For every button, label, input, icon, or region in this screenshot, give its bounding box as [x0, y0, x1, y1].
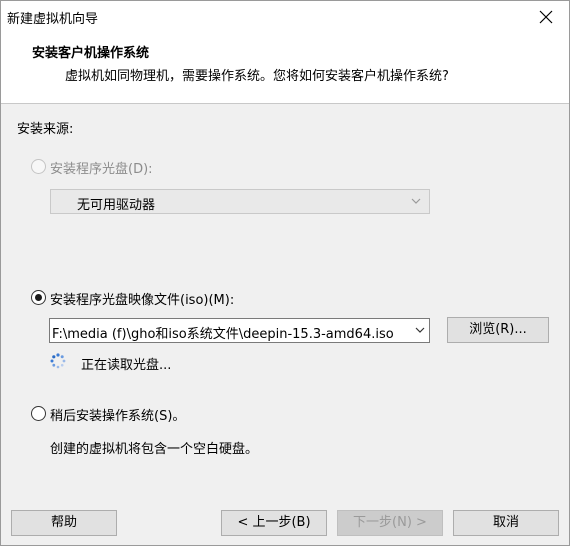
chevron-down-icon: [411, 198, 421, 204]
chevron-down-icon[interactable]: [415, 325, 425, 335]
iso-path-value: F:\media (f)\gho和iso系统文件\deepin-15.3-amd…: [52, 327, 394, 342]
back-button[interactable]: < 上一步(B): [221, 510, 327, 536]
close-button[interactable]: [523, 1, 569, 32]
wizard-header: 安装客户机操作系统 虚拟机如同物理机，需要操作系统。您将如何安装客户机操作系统?: [1, 32, 569, 104]
title-bar: 新建虚拟机向导: [1, 1, 569, 32]
iso-option-label: 安装程序光盘映像文件(iso)(M):: [50, 293, 235, 308]
close-icon: [539, 10, 553, 23]
drive-dropdown[interactable]: 无可用驱动器: [50, 189, 430, 214]
later-option-description: 创建的虚拟机将包含一个空白硬盘。: [50, 442, 259, 457]
page-subtitle: 虚拟机如同物理机，需要操作系统。您将如何安装客户机操作系统?: [65, 69, 449, 84]
iso-option-radio[interactable]: [31, 290, 46, 305]
help-button[interactable]: 帮助: [11, 510, 117, 536]
browse-button[interactable]: 浏览(R)...: [447, 317, 549, 343]
later-option-label: 稍后安装操作系统(S)。: [50, 409, 186, 424]
cancel-button[interactable]: 取消: [453, 510, 559, 536]
reading-disc-status: 正在读取光盘...: [81, 358, 172, 373]
window-title: 新建虚拟机向导: [7, 12, 99, 27]
iso-path-combobox[interactable]: F:\media (f)\gho和iso系统文件\deepin-15.3-amd…: [49, 318, 430, 343]
new-vm-wizard-window: 新建虚拟机向导 安装客户机操作系统 虚拟机如同物理机，需要操作系统。您将如何安装…: [0, 0, 570, 546]
disc-option-label: 安装程序光盘(D):: [50, 162, 153, 177]
page-title: 安装客户机操作系统: [32, 46, 150, 61]
next-button[interactable]: 下一步(N) >: [337, 510, 443, 536]
loading-spinner-icon: [50, 353, 66, 369]
drive-dropdown-value: 无可用驱动器: [77, 198, 156, 213]
disc-option-radio[interactable]: [31, 159, 46, 174]
install-source-label: 安装来源:: [17, 122, 74, 137]
later-option-radio[interactable]: [31, 406, 46, 421]
